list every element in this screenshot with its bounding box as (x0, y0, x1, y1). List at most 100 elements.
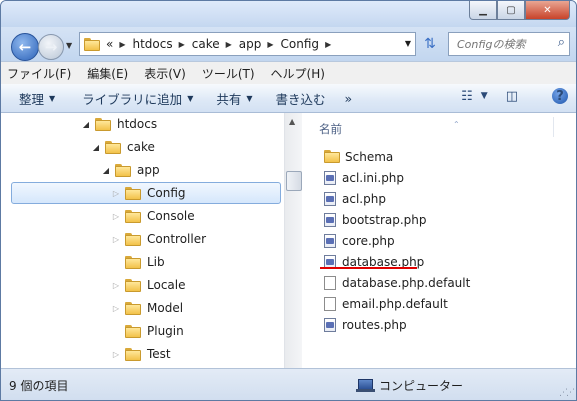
navigation-scrollbar[interactable]: ▲ (284, 113, 302, 368)
expanded-arrow-icon[interactable]: ◢ (101, 166, 111, 175)
tree-item-label: Controller (147, 232, 207, 246)
search-input[interactable] (455, 34, 549, 54)
tree-item-cake[interactable]: ◢ cake (91, 136, 155, 158)
recent-pages-dropdown[interactable]: ▼ (66, 41, 72, 50)
search-icon[interactable]: ⌕ (558, 35, 565, 50)
menu-bar: ファイル(F) 編集(E) 表示(V) ツール(T) ヘルプ(H) (1, 61, 576, 84)
breadcrumb-htdocs[interactable]: htdocs ▶ (133, 37, 192, 51)
more-commands-button[interactable]: » (335, 91, 362, 106)
view-dropdown-icon[interactable]: ▼ (481, 91, 488, 101)
organize-button[interactable]: 整理 ▼ (1, 89, 64, 108)
column-separator[interactable] (553, 117, 554, 137)
tree-item-test[interactable]: ▷ Test (111, 343, 171, 365)
collapsed-arrow-icon[interactable]: ▷ (111, 212, 121, 221)
folder-icon (125, 209, 141, 223)
back-button[interactable]: ← (11, 33, 39, 61)
tree-item-label: Test (147, 347, 171, 361)
folder-icon (105, 140, 121, 154)
title-bar: ▁ ▢ ✕ (1, 1, 576, 27)
folder-icon (125, 347, 141, 361)
help-button[interactable]: ? (538, 88, 568, 104)
folder-icon (324, 150, 340, 163)
minimize-button[interactable]: ▁ (469, 1, 497, 20)
file-item-acl-ini-php[interactable]: acl.ini.php (324, 167, 404, 188)
explorer-window: ▁ ▢ ✕ ← → ▼ «▶ htdocs ▶ cake ▶ app ▶ Config… (0, 0, 577, 401)
resize-grip-icon[interactable]: ⋰⋰ (559, 388, 575, 398)
column-header-name[interactable]: 名前 ⌃ (319, 120, 460, 137)
tree-item-config[interactable]: ▷ Config (11, 182, 281, 204)
refresh-button[interactable]: ⇅ (419, 34, 441, 54)
menu-view[interactable]: 表示(V) (136, 65, 194, 82)
maximize-button[interactable]: ▢ (497, 1, 525, 20)
tree-item-label: Plugin (147, 324, 184, 338)
tree-item-label: cake (127, 140, 155, 154)
command-bar: 整理 ▼ ライブラリに追加 ▼ 共有 ▼ 書き込む » ☷ ▼ ◫ ? (1, 84, 576, 113)
php-file-icon (324, 170, 336, 185)
breadcrumb-app[interactable]: app ▶ (239, 37, 281, 51)
close-icon: ✕ (543, 4, 552, 16)
preview-pane-icon[interactable]: ◫ (506, 89, 518, 104)
help-icon: ? (552, 88, 568, 104)
file-item-schema[interactable]: Schema (324, 146, 393, 167)
file-name: acl.ini.php (342, 170, 405, 185)
breadcrumb-cake[interactable]: cake ▶ (192, 37, 239, 51)
file-name: routes.php (342, 317, 407, 332)
file-name: Schema (345, 149, 394, 164)
share-button[interactable]: 共有 ▼ (202, 89, 261, 108)
back-arrow-icon: ← (18, 38, 32, 56)
folder-icon (115, 163, 131, 177)
file-item-core-php[interactable]: core.php (324, 230, 395, 251)
tree-item-locale[interactable]: ▷ Locale (111, 274, 186, 296)
tree-item-console[interactable]: ▷ Console (111, 205, 195, 227)
tree-item-label: Model (147, 301, 184, 315)
search-box[interactable]: ⌕ (448, 32, 570, 56)
burn-button[interactable]: 書き込む (262, 89, 335, 108)
forward-button[interactable]: → (38, 34, 64, 60)
caption-buttons: ▁ ▢ ✕ (469, 1, 570, 20)
file-item-acl-php[interactable]: acl.php (324, 188, 386, 209)
close-button[interactable]: ✕ (525, 1, 570, 20)
file-item-routes-php[interactable]: routes.php (324, 314, 407, 335)
collapsed-arrow-icon[interactable]: ▷ (111, 235, 121, 244)
chevron-down-icon: ▼ (187, 93, 194, 103)
menu-edit[interactable]: 編集(E) (79, 65, 136, 82)
tree-item-plugin[interactable]: Plugin (111, 320, 184, 342)
collapsed-arrow-icon[interactable]: ▷ (111, 350, 121, 359)
navigation-row: ← → ▼ «▶ htdocs ▶ cake ▶ app ▶ Config ▶ ▼ ⇅ … (1, 27, 576, 61)
menu-file[interactable]: ファイル(F) (1, 65, 79, 82)
menu-tools[interactable]: ツール(T) (194, 65, 263, 82)
document-icon (324, 296, 336, 311)
file-item-email-php-default[interactable]: email.php.default (324, 293, 448, 314)
scroll-up-icon[interactable]: ▲ (289, 117, 295, 126)
include-in-library-button[interactable]: ライブラリに追加 ▼ (64, 89, 202, 108)
collapsed-arrow-icon[interactable]: ▷ (111, 281, 121, 290)
tree-item-controller[interactable]: ▷ Controller (111, 228, 206, 250)
folder-icon (125, 232, 141, 246)
file-item-bootstrap-php[interactable]: bootstrap.php (324, 209, 427, 230)
expanded-arrow-icon[interactable]: ◢ (81, 120, 91, 129)
address-dropdown-icon[interactable]: ▼ (405, 39, 411, 48)
tree-item-app[interactable]: ◢ app (101, 159, 160, 181)
file-item-database-php-default[interactable]: database.php.default (324, 272, 470, 293)
collapsed-arrow-icon[interactable]: ▷ (111, 189, 121, 198)
tree-item-model[interactable]: ▷ Model (111, 297, 183, 319)
file-name: email.php.default (342, 296, 448, 311)
php-file-icon (324, 191, 336, 206)
breadcrumb-config[interactable]: Config ▶ (281, 37, 339, 51)
navigation-pane: ◢ htdocs ◢ cake ◢ app ▷ Config ▷ Console ▷ Controll… (1, 113, 284, 368)
menu-help[interactable]: ヘルプ(H) (263, 65, 333, 82)
view-options-icon[interactable]: ☷ (461, 89, 473, 104)
forward-arrow-icon: → (44, 38, 58, 56)
computer-icon (356, 379, 375, 392)
tree-item-htdocs[interactable]: ◢ htdocs (81, 113, 157, 135)
sort-ascending-icon: ⌃ (453, 120, 460, 129)
address-bar[interactable]: «▶ htdocs ▶ cake ▶ app ▶ Config ▶ ▼ (79, 32, 416, 56)
tree-item-label: Console (147, 209, 195, 223)
file-name: database.php.default (342, 275, 471, 290)
tree-item-lib[interactable]: Lib (111, 251, 165, 273)
scrollbar-thumb[interactable] (286, 171, 302, 191)
collapsed-arrow-icon[interactable]: ▷ (111, 304, 121, 313)
breadcrumb-overflow[interactable]: «▶ (106, 37, 133, 51)
expanded-arrow-icon[interactable]: ◢ (91, 143, 101, 152)
tree-item-label: Config (147, 186, 186, 200)
